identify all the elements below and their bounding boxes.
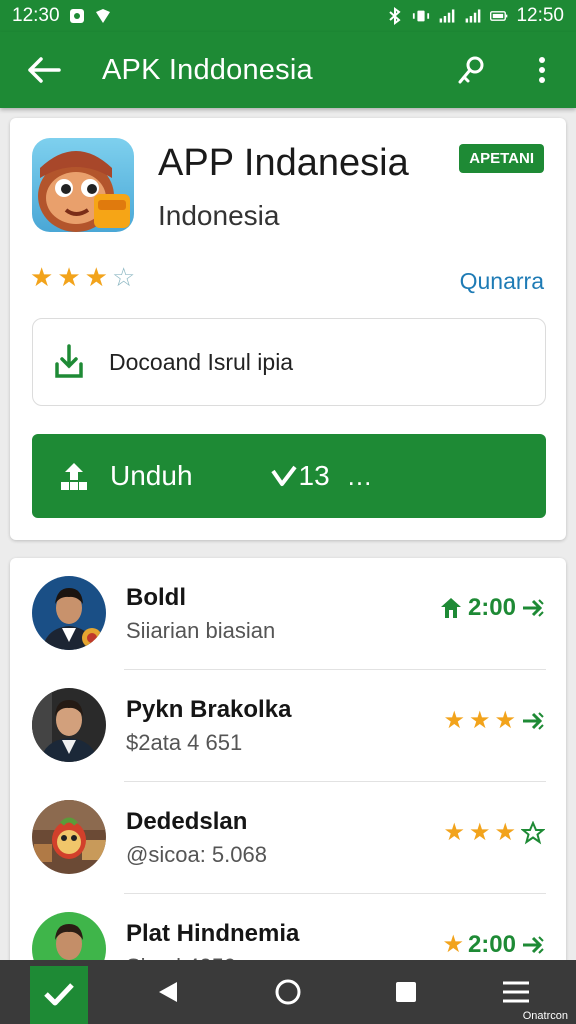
check-icon	[44, 983, 74, 1006]
star-icon: ★	[494, 819, 516, 846]
status-time-left: 12:30	[12, 5, 60, 26]
rating-link[interactable]: Qunarra	[460, 268, 544, 295]
related-list: Boldl Siiarian biasian 2:00 Pykn Brakolk	[10, 558, 566, 978]
star-outline-icon: ☆	[111, 262, 136, 292]
list-item-meta: Siiarian biasian	[126, 618, 276, 643]
app-icon	[32, 138, 134, 232]
app-rating-stars: ★ ★ ★ ☆	[30, 264, 135, 290]
avatar	[32, 800, 106, 874]
list-item[interactable]: Dededslan @sicoa: 5.068 ★ ★ ★	[10, 782, 566, 894]
list-item-trailing: ★ 2:00	[442, 930, 546, 959]
list-item[interactable]: Boldl Siiarian biasian 2:00	[10, 558, 566, 670]
star-icon: ★	[468, 707, 491, 734]
list-item-name: Pykn Brakolka	[126, 696, 292, 723]
bluetooth-icon	[386, 7, 404, 25]
list-item[interactable]: Pykn Brakolka $2ata 4 651 ★ ★ ★	[10, 670, 566, 782]
more-vert-icon	[539, 57, 545, 83]
check-icon	[270, 465, 297, 486]
list-item-name: Dededslan	[126, 808, 248, 835]
home-icon	[438, 595, 464, 621]
signal-icon	[438, 7, 456, 25]
list-item-name: Plat Hindnemia	[126, 920, 300, 947]
download-count-value: 13	[298, 460, 330, 491]
list-item-meta: @sicoa: 5.068	[126, 842, 267, 867]
nav-menu-label: Onatrcon	[522, 1010, 568, 1022]
system-nav-bar: Onatrcon	[0, 960, 576, 1024]
list-item-value: 2:00	[467, 930, 516, 958]
app-bar: APK Inddonesia	[0, 32, 576, 108]
download-count: 13	[270, 460, 330, 492]
app-detail-card: APP Indanesia Indonesia APETANI ★ ★ ★ ☆ …	[10, 118, 566, 540]
notification-icon	[68, 7, 86, 25]
vibrate-icon	[412, 7, 430, 25]
circle-home-icon	[275, 979, 301, 1005]
star-icon: ★	[468, 819, 491, 846]
list-item-value: 2:00	[467, 594, 516, 621]
install-info-text: Docoand Isrul ipia	[109, 348, 294, 375]
list-item-name: Boldl	[126, 584, 186, 611]
avatar	[32, 576, 106, 650]
app-name: APP Indanesia	[158, 142, 409, 184]
star-icon: ★	[84, 262, 108, 292]
list-item-trailing: ★ ★ ★	[443, 706, 546, 735]
key-icon	[458, 56, 484, 84]
list-item-trailing: ★ ★ ★	[443, 818, 546, 847]
star-icon: ★	[494, 707, 516, 734]
list-item-trailing: 2:00	[438, 594, 546, 622]
battery-icon	[490, 7, 508, 25]
download-icon	[53, 342, 85, 382]
app-bar-title: APK Inddonesia	[102, 53, 313, 86]
status-bar: 12:30 12:50	[0, 0, 576, 32]
star-icon: ★	[443, 819, 465, 846]
star-outline-icon[interactable]	[520, 820, 546, 846]
more-options-button[interactable]	[520, 48, 564, 92]
upload-icon	[56, 458, 92, 494]
star-icon: ★	[30, 262, 54, 292]
location-icon	[94, 7, 112, 25]
app-badge[interactable]: APETANI	[459, 144, 544, 173]
avatar	[32, 688, 106, 762]
star-icon: ★	[442, 931, 464, 958]
share-icon[interactable]	[520, 932, 546, 958]
install-info-box[interactable]: Docoand Isrul ipia	[32, 318, 546, 406]
nav-check-button[interactable]	[30, 966, 88, 1024]
share-icon[interactable]	[520, 595, 546, 621]
status-time-right: 12:50	[516, 5, 564, 26]
nav-home-button[interactable]	[258, 960, 318, 1024]
share-icon[interactable]	[520, 708, 546, 734]
list-item-meta: $2ata 4 651	[126, 730, 243, 755]
triangle-back-icon	[159, 982, 177, 1002]
back-button[interactable]	[22, 48, 66, 92]
menu-icon	[503, 981, 529, 1003]
download-more[interactable]: ...	[348, 461, 373, 492]
star-icon: ★	[443, 707, 465, 734]
nav-recents-button[interactable]	[376, 960, 436, 1024]
star-icon: ★	[57, 262, 81, 292]
download-label: Unduh	[110, 460, 193, 491]
signal-icon-2	[464, 7, 482, 25]
app-subtitle: Indonesia	[158, 200, 280, 231]
arrow-back-icon	[28, 57, 61, 83]
nav-back-button[interactable]	[138, 960, 198, 1024]
download-button[interactable]: Unduh 13 ...	[32, 434, 546, 518]
square-recents-icon	[396, 982, 416, 1002]
key-button[interactable]	[450, 48, 494, 92]
